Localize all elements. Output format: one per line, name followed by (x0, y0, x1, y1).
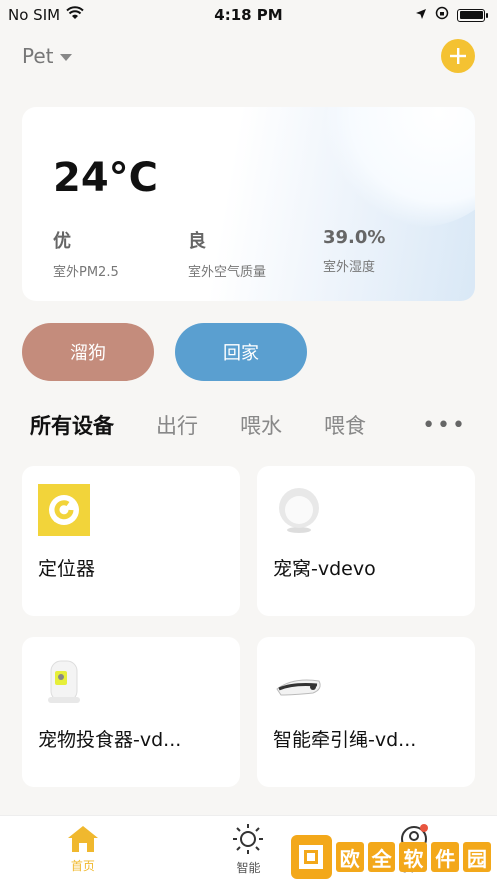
device-card-locator[interactable]: 定位器 (22, 466, 240, 616)
tab-smart[interactable]: 智能 (208, 823, 288, 876)
watermark-char: 件 (431, 842, 460, 872)
weather-card[interactable]: 24°C 优 室外PM2.5 良 室外空气质量 39.0% 室外湿度 (22, 107, 475, 301)
header: Pet (22, 38, 475, 74)
sun-icon (233, 824, 264, 854)
tab-travel[interactable]: 出行 (156, 410, 198, 440)
metric-air-quality: 良 室外空气质量 (188, 227, 266, 280)
metric-humidity: 39.0% 室外湿度 (323, 227, 385, 275)
home-name: Pet (22, 44, 54, 68)
status-left: No SIM (8, 6, 84, 24)
watermark: 欧 全 软 件 园 (291, 835, 491, 879)
watermark-logo (291, 835, 332, 879)
metric-label: 室外PM2.5 (53, 265, 119, 280)
metric-value: 优 (53, 231, 71, 252)
metric-label: 室外空气质量 (188, 265, 267, 280)
device-tabs: 所有设备 出行 喂水 喂食 ••• (30, 405, 475, 445)
metric-pm25: 优 室外PM2.5 (53, 227, 119, 280)
watermark-char: 园 (463, 842, 491, 872)
metric-value: 良 (188, 231, 206, 252)
caret-down-icon (59, 53, 72, 61)
leash-icon (273, 655, 325, 707)
tab-home[interactable]: 首页 (43, 825, 123, 874)
wifi-icon (66, 6, 84, 24)
tab-food[interactable]: 喂食 (324, 410, 366, 440)
device-name: 宠窝-vdevo (273, 558, 376, 580)
location-arrow-icon (415, 6, 427, 24)
plus-icon (450, 48, 466, 64)
status-bar: No SIM 4:18 PM (0, 0, 497, 30)
metric-value: 39.0% (323, 227, 386, 248)
device-card-pet-feeder[interactable]: 宠物投食器-vd... (22, 637, 240, 787)
device-name: 定位器 (38, 558, 96, 580)
device-name: 宠物投食器-vd... (38, 729, 182, 751)
weather-decoration (325, 107, 475, 227)
add-button[interactable] (441, 39, 475, 73)
pet-feeder-icon (38, 655, 90, 707)
tab-all-devices[interactable]: 所有设备 (30, 410, 114, 440)
device-name: 智能牵引绳-vd... (273, 729, 417, 751)
device-card-leash[interactable]: 智能牵引绳-vd... (257, 637, 475, 787)
go-home-button[interactable]: 回家 (175, 323, 307, 381)
tab-smart-label: 智能 (236, 861, 261, 875)
watermark-char: 软 (399, 842, 428, 872)
walk-dog-button[interactable]: 溜狗 (22, 323, 154, 381)
orientation-lock-icon (435, 6, 449, 24)
locator-icon (38, 484, 90, 536)
watermark-char: 全 (367, 842, 396, 872)
battery-icon (457, 8, 488, 22)
metric-label: 室外湿度 (323, 260, 376, 275)
more-icon[interactable]: ••• (422, 413, 467, 438)
temperature: 24°C (53, 155, 159, 201)
device-card-pet-bed[interactable]: 宠窝-vdevo (257, 466, 475, 616)
home-selector[interactable]: Pet (22, 44, 72, 68)
status-right (415, 6, 488, 24)
tab-water[interactable]: 喂水 (240, 410, 282, 440)
tab-home-label: 首页 (70, 859, 95, 873)
watermark-char: 欧 (335, 842, 364, 872)
pet-bed-icon (273, 484, 325, 536)
home-icon (67, 826, 98, 852)
carrier-label: No SIM (8, 6, 61, 24)
